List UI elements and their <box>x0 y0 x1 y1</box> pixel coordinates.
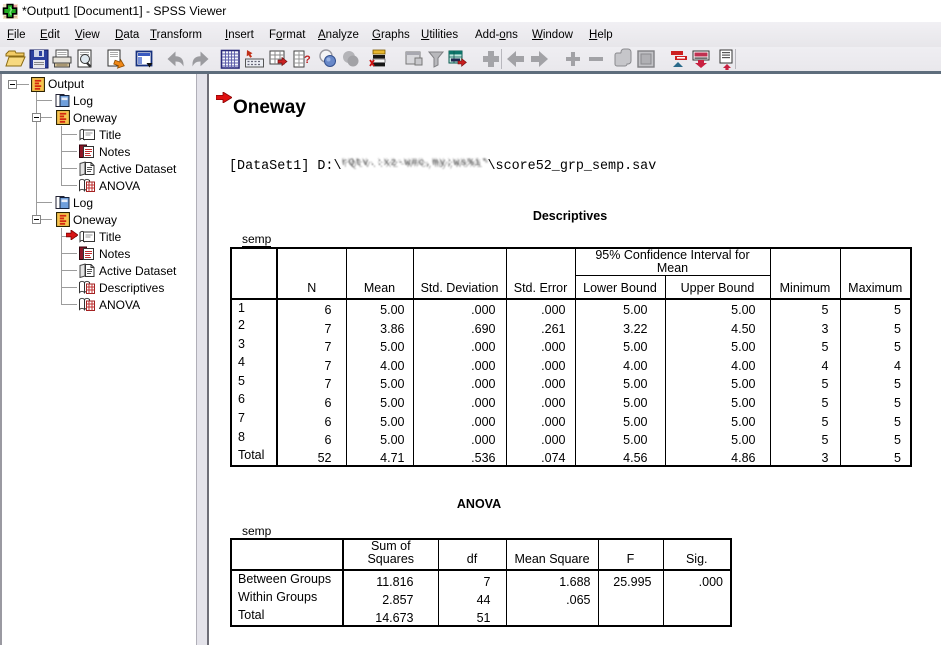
svg-text:?: ? <box>304 54 311 66</box>
